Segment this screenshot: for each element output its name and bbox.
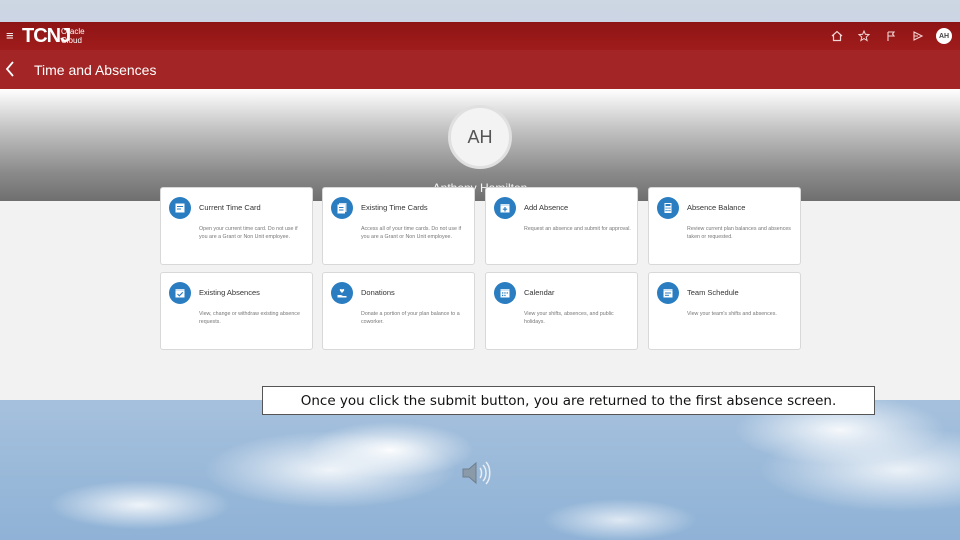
card-description: View, change or withdraw existing absenc… <box>199 311 300 325</box>
card-description: View your team's shifts and absences. <box>687 311 777 317</box>
caption-box: Once you click the submit button, you ar… <box>262 386 875 415</box>
timecards-icon <box>331 197 353 219</box>
donation-icon <box>331 282 353 304</box>
card-current-time-card[interactable]: Current Time Card Open your current time… <box>160 187 313 265</box>
logo-subtitle-line-2: Cloud <box>61 36 82 45</box>
card-team-schedule[interactable]: Team Schedule View your team's shifts an… <box>648 272 801 350</box>
card-description: Open your current time card. Do not use … <box>199 226 298 240</box>
calculator-icon <box>657 197 679 219</box>
card-add-absence[interactable]: Add Absence Request an absence and submi… <box>485 187 638 265</box>
card-existing-absences[interactable]: Existing Absences View, change or withdr… <box>160 272 313 350</box>
logo-subtitle-line-1: Oracle <box>61 27 85 36</box>
back-icon[interactable] <box>4 59 18 79</box>
home-icon[interactable] <box>825 26 849 46</box>
card-description: Request an absence and submit for approv… <box>524 226 631 232</box>
add-absence-icon <box>494 197 516 219</box>
card-title: Donations <box>361 288 395 297</box>
card-title: Current Time Card <box>199 203 261 212</box>
page-header: Time and Absences <box>0 50 960 89</box>
card-title: Team Schedule <box>687 288 739 297</box>
schedule-icon <box>657 282 679 304</box>
card-title: Existing Time Cards <box>361 203 428 212</box>
speaker-icon[interactable] <box>460 457 494 489</box>
card-description: View your shifts, absences, and public h… <box>524 311 614 325</box>
card-calendar[interactable]: Calendar View your shifts, absences, and… <box>485 272 638 350</box>
card-existing-time-cards[interactable]: Existing Time Cards Access all of your t… <box>322 187 475 265</box>
card-absence-balance[interactable]: Absence Balance Review current plan bala… <box>648 187 801 265</box>
page-title: Time and Absences <box>34 62 157 78</box>
menu-icon[interactable]: ≡ <box>6 28 16 44</box>
global-header: ≡ TCNJ Oracle Cloud AH <box>0 22 960 50</box>
user-avatar-small[interactable]: AH <box>936 28 952 44</box>
profile-banner: AH Anthony Hamilton <box>0 89 960 201</box>
card-description: Access all of your time cards. Do not us… <box>361 226 462 240</box>
task-cards: Current Time Card Open your current time… <box>160 187 802 351</box>
notification-icon[interactable] <box>906 26 930 46</box>
star-icon[interactable] <box>852 26 876 46</box>
timecard-icon <box>169 197 191 219</box>
header-actions: AH <box>822 26 952 46</box>
card-title: Existing Absences <box>199 288 260 297</box>
card-description: Donate a portion of your plan balance to… <box>361 311 460 325</box>
flag-icon[interactable] <box>879 26 903 46</box>
calendar-icon <box>494 282 516 304</box>
card-donations[interactable]: Donations Donate a portion of your plan … <box>322 272 475 350</box>
logo-subtitle: Oracle Cloud <box>61 27 85 45</box>
absences-icon <box>169 282 191 304</box>
profile-avatar[interactable]: AH <box>448 105 512 169</box>
card-title: Calendar <box>524 288 555 297</box>
card-title: Absence Balance <box>687 203 746 212</box>
card-description: Review current plan balances and absence… <box>687 226 791 240</box>
card-title: Add Absence <box>524 203 569 212</box>
